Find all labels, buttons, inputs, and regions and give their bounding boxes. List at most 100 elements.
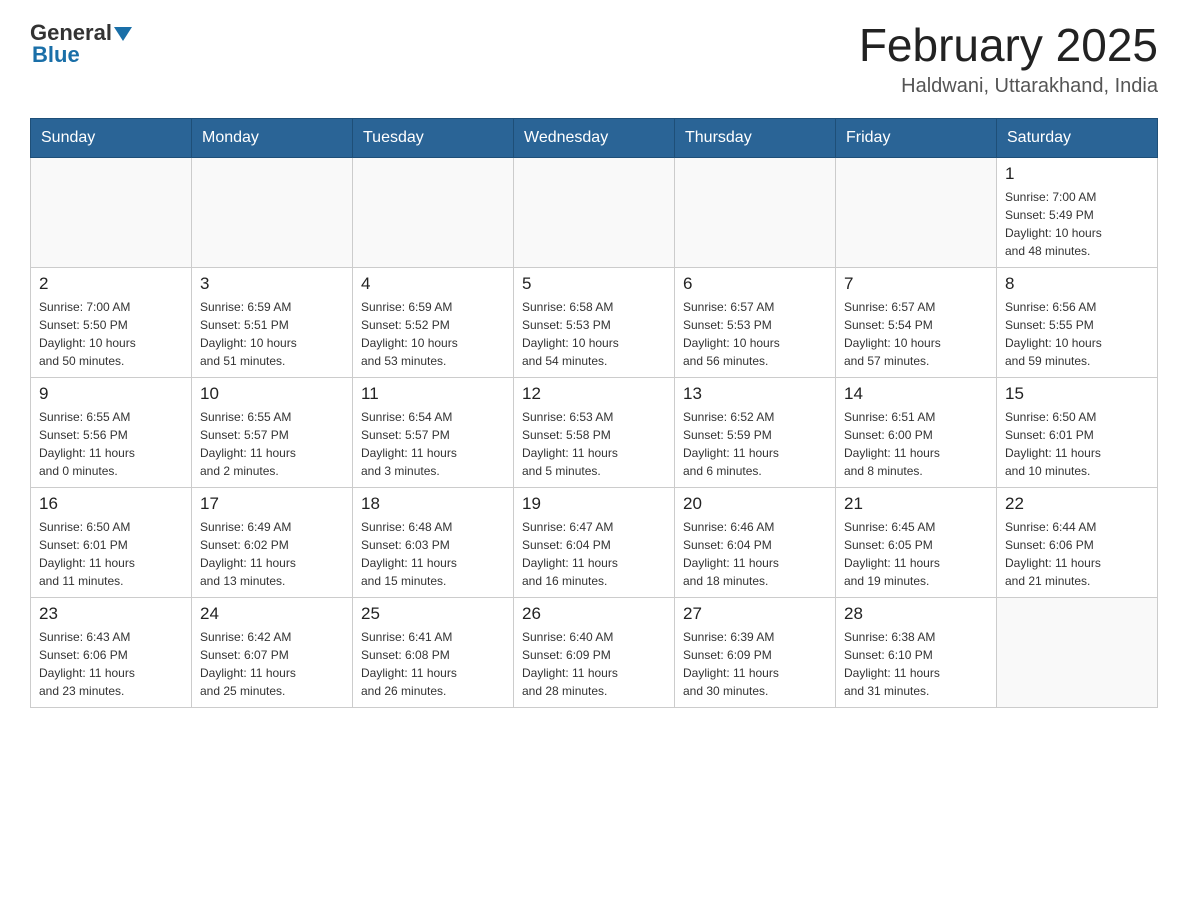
calendar-day-cell: 9 Sunrise: 6:55 AM Sunset: 5:56 PM Daylig… [31, 377, 192, 487]
page-header: General Blue February 2025 Haldwani, Utt… [30, 20, 1158, 98]
day-number: 4 [361, 274, 505, 294]
day-info: Sunrise: 6:57 AM Sunset: 5:54 PM Dayligh… [844, 298, 988, 370]
day-number: 18 [361, 494, 505, 514]
day-info: Sunrise: 6:56 AM Sunset: 5:55 PM Dayligh… [1005, 298, 1149, 370]
day-info: Sunrise: 7:00 AM Sunset: 5:50 PM Dayligh… [39, 298, 183, 370]
day-info: Sunrise: 6:55 AM Sunset: 5:57 PM Dayligh… [200, 408, 344, 480]
day-number: 11 [361, 384, 505, 404]
calendar-day-cell: 25 Sunrise: 6:41 AM Sunset: 6:08 PM Dayli… [353, 597, 514, 707]
day-of-week-header: Thursday [675, 118, 836, 157]
day-of-week-header: Tuesday [353, 118, 514, 157]
day-info: Sunrise: 6:54 AM Sunset: 5:57 PM Dayligh… [361, 408, 505, 480]
calendar-week-row: 16 Sunrise: 6:50 AM Sunset: 6:01 PM Dayli… [31, 487, 1158, 597]
calendar-day-cell: 22Sunrise: 6:44 AM Sunset: 6:06 PM Dayli… [997, 487, 1158, 597]
calendar-day-cell: 5 Sunrise: 6:58 AM Sunset: 5:53 PM Daylig… [514, 267, 675, 377]
calendar-day-cell: 24 Sunrise: 6:42 AM Sunset: 6:07 PM Dayli… [192, 597, 353, 707]
calendar-header-row: SundayMondayTuesdayWednesdayThursdayFrid… [31, 118, 1158, 157]
calendar-day-cell: 27Sunrise: 6:39 AM Sunset: 6:09 PM Dayli… [675, 597, 836, 707]
day-number: 28 [844, 604, 988, 624]
day-of-week-header: Saturday [997, 118, 1158, 157]
day-of-week-header: Wednesday [514, 118, 675, 157]
day-number: 9 [39, 384, 183, 404]
day-number: 12 [522, 384, 666, 404]
calendar-day-cell: 21 Sunrise: 6:45 AM Sunset: 6:05 PM Dayli… [836, 487, 997, 597]
day-number: 25 [361, 604, 505, 624]
calendar-day-cell [514, 157, 675, 267]
day-number: 10 [200, 384, 344, 404]
day-info: Sunrise: 6:51 AM Sunset: 6:00 PM Dayligh… [844, 408, 988, 480]
calendar-day-cell: 1 Sunrise: 7:00 AM Sunset: 5:49 PM Daylig… [997, 157, 1158, 267]
calendar-day-cell: 18Sunrise: 6:48 AM Sunset: 6:03 PM Dayli… [353, 487, 514, 597]
day-of-week-header: Friday [836, 118, 997, 157]
day-number: 1 [1005, 164, 1149, 184]
day-info: Sunrise: 6:43 AM Sunset: 6:06 PM Dayligh… [39, 628, 183, 700]
calendar-day-cell [353, 157, 514, 267]
day-number: 6 [683, 274, 827, 294]
calendar-week-row: 2 Sunrise: 7:00 AM Sunset: 5:50 PM Daylig… [31, 267, 1158, 377]
logo: General Blue [30, 20, 132, 68]
day-number: 3 [200, 274, 344, 294]
day-number: 15 [1005, 384, 1149, 404]
day-number: 8 [1005, 274, 1149, 294]
calendar-day-cell: 6 Sunrise: 6:57 AM Sunset: 5:53 PM Daylig… [675, 267, 836, 377]
day-number: 21 [844, 494, 988, 514]
day-info: Sunrise: 6:44 AM Sunset: 6:06 PM Dayligh… [1005, 518, 1149, 590]
day-info: Sunrise: 6:59 AM Sunset: 5:51 PM Dayligh… [200, 298, 344, 370]
calendar-table: SundayMondayTuesdayWednesdayThursdayFrid… [30, 118, 1158, 708]
calendar-week-row: 1 Sunrise: 7:00 AM Sunset: 5:49 PM Daylig… [31, 157, 1158, 267]
day-info: Sunrise: 6:38 AM Sunset: 6:10 PM Dayligh… [844, 628, 988, 700]
day-info: Sunrise: 6:50 AM Sunset: 6:01 PM Dayligh… [1005, 408, 1149, 480]
calendar-day-cell: 4 Sunrise: 6:59 AM Sunset: 5:52 PM Daylig… [353, 267, 514, 377]
calendar-day-cell: 17 Sunrise: 6:49 AM Sunset: 6:02 PM Dayli… [192, 487, 353, 597]
calendar-day-cell: 11 Sunrise: 6:54 AM Sunset: 5:57 PM Dayli… [353, 377, 514, 487]
day-info: Sunrise: 6:59 AM Sunset: 5:52 PM Dayligh… [361, 298, 505, 370]
day-number: 24 [200, 604, 344, 624]
calendar-title: February 2025 [859, 20, 1158, 71]
calendar-day-cell: 2 Sunrise: 7:00 AM Sunset: 5:50 PM Daylig… [31, 267, 192, 377]
day-info: Sunrise: 6:39 AM Sunset: 6:09 PM Dayligh… [683, 628, 827, 700]
calendar-day-cell: 19Sunrise: 6:47 AM Sunset: 6:04 PM Dayli… [514, 487, 675, 597]
calendar-day-cell: 7 Sunrise: 6:57 AM Sunset: 5:54 PM Daylig… [836, 267, 997, 377]
day-of-week-header: Sunday [31, 118, 192, 157]
title-block: February 2025 Haldwani, Uttarakhand, Ind… [859, 20, 1158, 98]
calendar-day-cell [192, 157, 353, 267]
day-info: Sunrise: 6:47 AM Sunset: 6:04 PM Dayligh… [522, 518, 666, 590]
day-info: Sunrise: 7:00 AM Sunset: 5:49 PM Dayligh… [1005, 188, 1149, 260]
calendar-day-cell: 14 Sunrise: 6:51 AM Sunset: 6:00 PM Dayli… [836, 377, 997, 487]
calendar-subtitle: Haldwani, Uttarakhand, India [859, 75, 1158, 98]
calendar-day-cell: 12Sunrise: 6:53 AM Sunset: 5:58 PM Dayli… [514, 377, 675, 487]
calendar-day-cell: 16 Sunrise: 6:50 AM Sunset: 6:01 PM Dayli… [31, 487, 192, 597]
calendar-day-cell: 20Sunrise: 6:46 AM Sunset: 6:04 PM Dayli… [675, 487, 836, 597]
day-number: 7 [844, 274, 988, 294]
day-number: 26 [522, 604, 666, 624]
day-number: 14 [844, 384, 988, 404]
calendar-day-cell: 26Sunrise: 6:40 AM Sunset: 6:09 PM Dayli… [514, 597, 675, 707]
calendar-day-cell: 23 Sunrise: 6:43 AM Sunset: 6:06 PM Dayli… [31, 597, 192, 707]
day-info: Sunrise: 6:58 AM Sunset: 5:53 PM Dayligh… [522, 298, 666, 370]
logo-blue-text: Blue [32, 42, 80, 68]
day-info: Sunrise: 6:46 AM Sunset: 6:04 PM Dayligh… [683, 518, 827, 590]
calendar-day-cell [836, 157, 997, 267]
day-number: 13 [683, 384, 827, 404]
day-number: 2 [39, 274, 183, 294]
day-info: Sunrise: 6:50 AM Sunset: 6:01 PM Dayligh… [39, 518, 183, 590]
calendar-day-cell [675, 157, 836, 267]
calendar-day-cell: 10 Sunrise: 6:55 AM Sunset: 5:57 PM Dayli… [192, 377, 353, 487]
day-number: 23 [39, 604, 183, 624]
day-number: 17 [200, 494, 344, 514]
day-info: Sunrise: 6:41 AM Sunset: 6:08 PM Dayligh… [361, 628, 505, 700]
day-info: Sunrise: 6:57 AM Sunset: 5:53 PM Dayligh… [683, 298, 827, 370]
day-number: 5 [522, 274, 666, 294]
day-info: Sunrise: 6:45 AM Sunset: 6:05 PM Dayligh… [844, 518, 988, 590]
calendar-day-cell: 13Sunrise: 6:52 AM Sunset: 5:59 PM Dayli… [675, 377, 836, 487]
calendar-day-cell: 3 Sunrise: 6:59 AM Sunset: 5:51 PM Daylig… [192, 267, 353, 377]
calendar-day-cell [997, 597, 1158, 707]
calendar-day-cell: 15 Sunrise: 6:50 AM Sunset: 6:01 PM Dayli… [997, 377, 1158, 487]
day-info: Sunrise: 6:42 AM Sunset: 6:07 PM Dayligh… [200, 628, 344, 700]
day-info: Sunrise: 6:55 AM Sunset: 5:56 PM Dayligh… [39, 408, 183, 480]
day-number: 16 [39, 494, 183, 514]
calendar-day-cell: 8 Sunrise: 6:56 AM Sunset: 5:55 PM Daylig… [997, 267, 1158, 377]
calendar-week-row: 23 Sunrise: 6:43 AM Sunset: 6:06 PM Dayli… [31, 597, 1158, 707]
day-info: Sunrise: 6:49 AM Sunset: 6:02 PM Dayligh… [200, 518, 344, 590]
calendar-week-row: 9 Sunrise: 6:55 AM Sunset: 5:56 PM Daylig… [31, 377, 1158, 487]
